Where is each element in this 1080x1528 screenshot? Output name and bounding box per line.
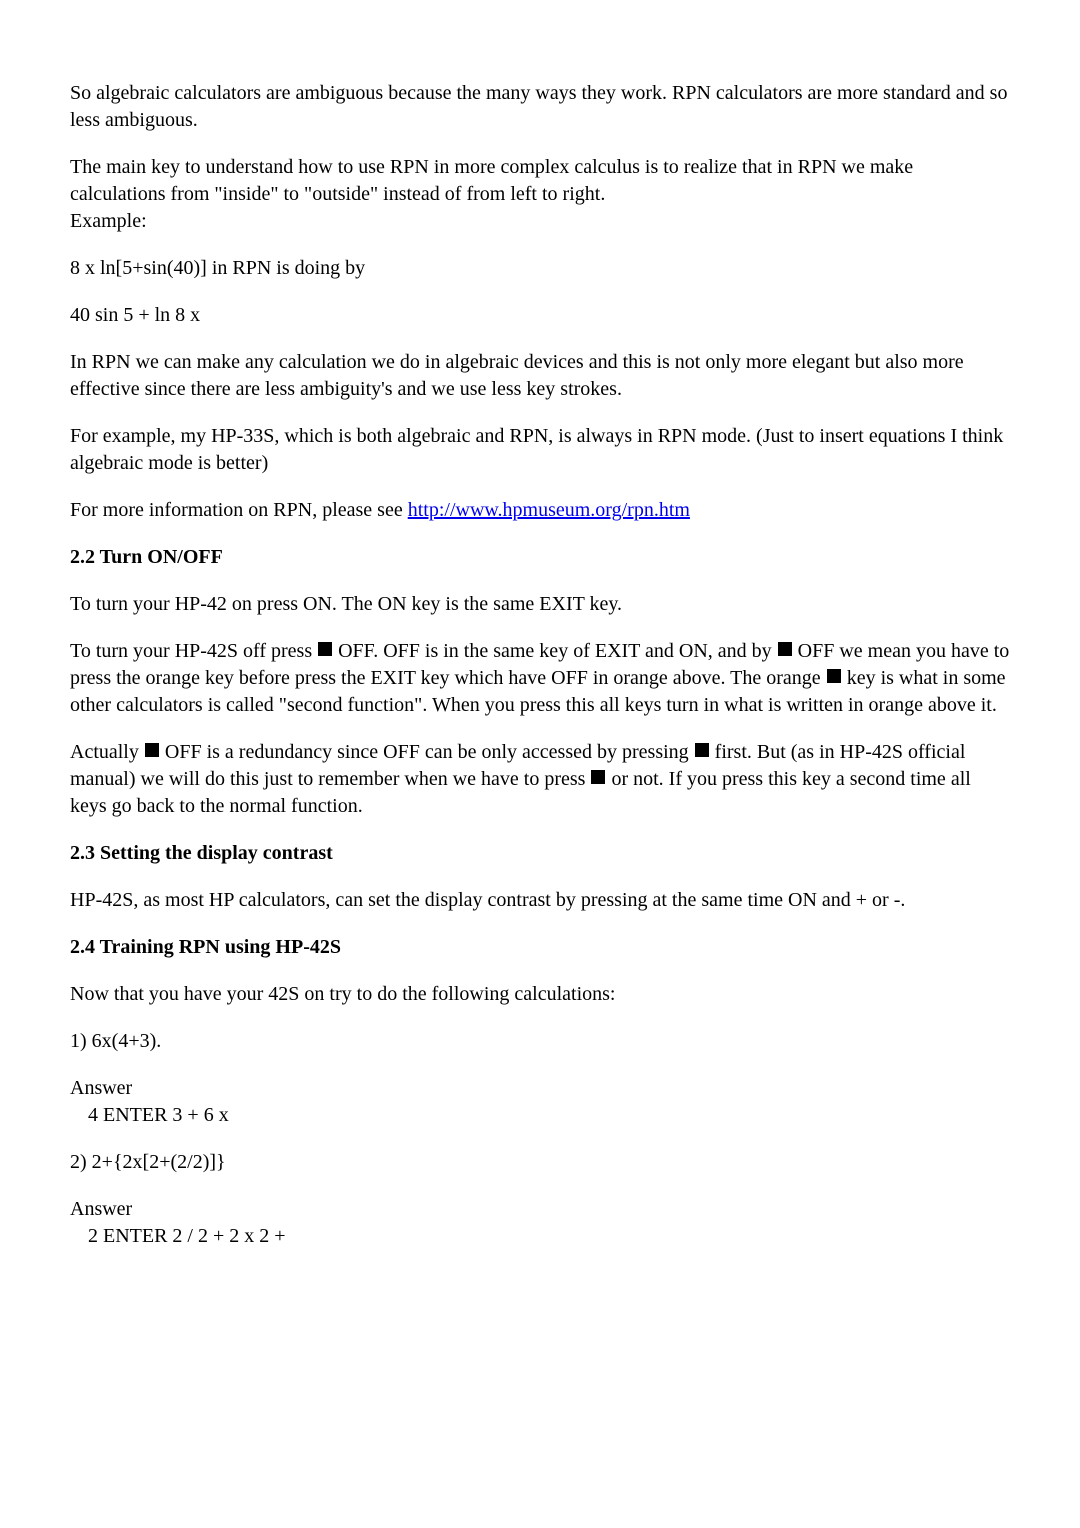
- paragraph: To turn your HP-42 on press ON. The ON k…: [70, 591, 1010, 618]
- text: Example:: [70, 210, 147, 232]
- paragraph: In RPN we can make any calculation we do…: [70, 349, 1010, 403]
- orange-key-icon: [827, 669, 841, 683]
- section-heading-2-2: 2.2 Turn ON/OFF: [70, 544, 1010, 571]
- paragraph: 40 sin 5 + ln 8 x: [70, 302, 1010, 329]
- text: OFF. OFF is in the same key of EXIT and …: [333, 640, 777, 662]
- answer-keystrokes: 2 ENTER 2 / 2 + 2 x 2 +: [70, 1225, 286, 1247]
- orange-key-icon: [145, 743, 159, 757]
- orange-key-icon: [591, 770, 605, 784]
- paragraph: 1) 6x(4+3).: [70, 1028, 1010, 1055]
- text: The main key to understand how to use RP…: [70, 156, 913, 205]
- section-heading-2-4: 2.4 Training RPN using HP-42S: [70, 934, 1010, 961]
- paragraph: HP-42S, as most HP calculators, can set …: [70, 887, 1010, 914]
- text: For more information on RPN, please see: [70, 499, 408, 521]
- orange-key-icon: [318, 642, 332, 656]
- rpn-info-link[interactable]: http://www.hpmuseum.org/rpn.htm: [408, 499, 690, 521]
- section-heading-2-3: 2.3 Setting the display contrast: [70, 840, 1010, 867]
- paragraph: Actually OFF is a redundancy since OFF c…: [70, 739, 1010, 820]
- paragraph: To turn your HP-42S off press OFF. OFF i…: [70, 638, 1010, 719]
- answer-label: Answer: [70, 1077, 132, 1099]
- orange-key-icon: [695, 743, 709, 757]
- orange-key-icon: [778, 642, 792, 656]
- paragraph: 8 x ln[5+sin(40)] in RPN is doing by: [70, 255, 1010, 282]
- answer-keystrokes: 4 ENTER 3 + 6 x: [70, 1104, 229, 1126]
- text: OFF is a redundancy since OFF can be onl…: [160, 741, 694, 763]
- answer-label: Answer: [70, 1198, 132, 1220]
- text: To turn your HP-42S off press: [70, 640, 317, 662]
- paragraph: Answer 4 ENTER 3 + 6 x: [70, 1075, 1010, 1129]
- paragraph: So algebraic calculators are ambiguous b…: [70, 80, 1010, 134]
- paragraph: 2) 2+{2x[2+(2/2)]}: [70, 1149, 1010, 1176]
- text: Actually: [70, 741, 144, 763]
- paragraph: For example, my HP-33S, which is both al…: [70, 423, 1010, 477]
- paragraph: For more information on RPN, please see …: [70, 497, 1010, 524]
- paragraph: Now that you have your 42S on try to do …: [70, 981, 1010, 1008]
- paragraph: Answer 2 ENTER 2 / 2 + 2 x 2 +: [70, 1196, 1010, 1250]
- paragraph: The main key to understand how to use RP…: [70, 154, 1010, 235]
